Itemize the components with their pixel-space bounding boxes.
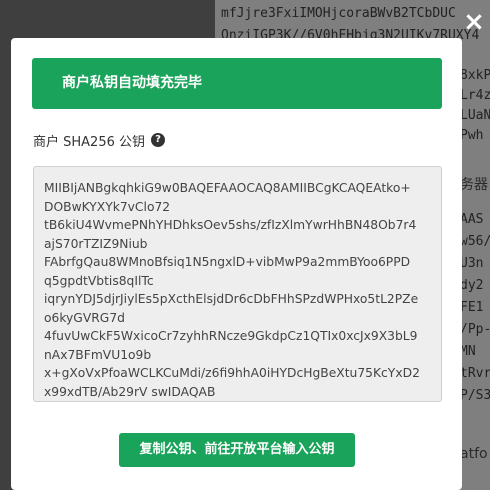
copy-public-key-button[interactable]: 复制公钥、前往开放平台输入公钥	[119, 433, 355, 467]
public-key-label: 商户 SHA256 公钥	[33, 134, 145, 150]
success-alert: 商户私钥自动填充完毕	[32, 58, 442, 109]
public-key-modal: 商户私钥自动填充完毕 商户 SHA256 公钥 ? MIIBIjANBgkqhk…	[11, 38, 462, 490]
public-key-label-row: 商户 SHA256 公钥 ?	[33, 131, 165, 150]
public-key-textarea[interactable]: MIIBIjANBgkqhkiG9w0BAQEFAAOCAQ8AMIIBCgKC…	[33, 166, 442, 402]
question-circle-icon[interactable]: ?	[151, 133, 165, 147]
close-icon[interactable]: ×	[462, 9, 486, 35]
